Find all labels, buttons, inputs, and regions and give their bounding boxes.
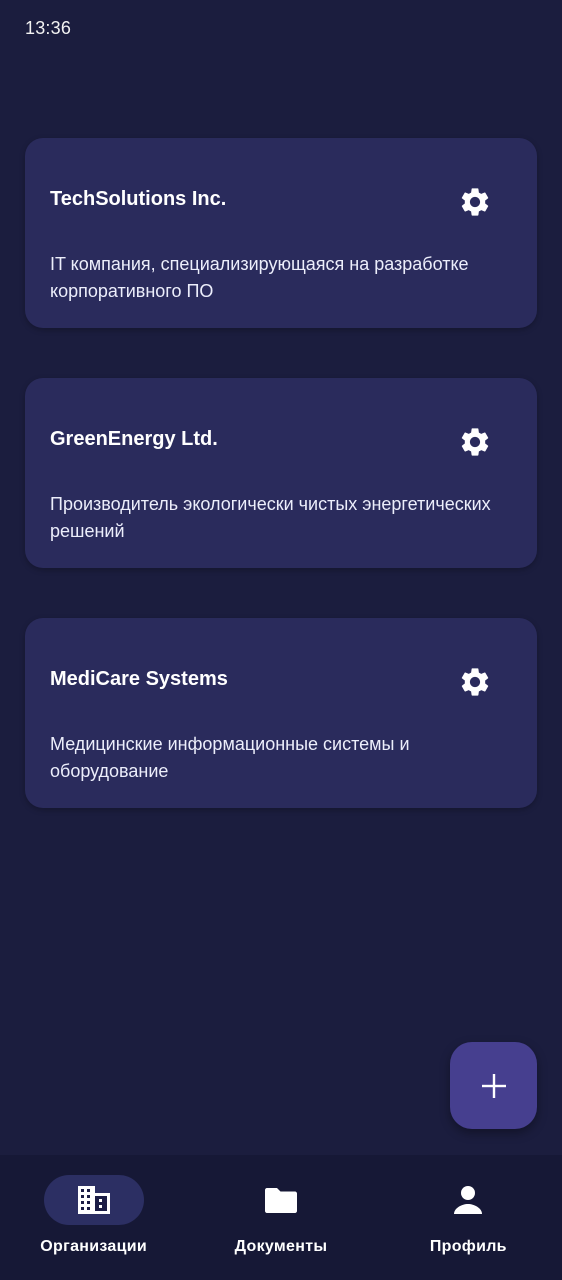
folder-icon: [264, 1188, 297, 1213]
add-organization-button[interactable]: [450, 1042, 537, 1129]
plus-icon: [481, 1073, 506, 1098]
gear-icon[interactable]: [455, 182, 495, 222]
nav-active-indicator: [43, 1175, 144, 1225]
nav-item-profile[interactable]: Профиль: [375, 1155, 562, 1280]
organization-card[interactable]: TechSolutions Inc. IT компания, специали…: [25, 138, 537, 328]
gear-icon[interactable]: [455, 662, 495, 702]
organization-name: GreenEnergy Ltd.: [50, 428, 218, 450]
organization-card[interactable]: GreenEnergy Ltd. Производитель экологиче…: [25, 378, 537, 568]
nav-item-organizations[interactable]: Организации: [0, 1155, 187, 1280]
gear-icon[interactable]: [455, 422, 495, 462]
organization-description: Производитель экологически чистых энерге…: [50, 494, 491, 541]
nav-icon-container: [418, 1175, 518, 1225]
organization-list: TechSolutions Inc. IT компания, специали…: [25, 138, 537, 858]
nav-label: Профиль: [429, 1238, 507, 1255]
nav-icon-container: [231, 1175, 331, 1225]
organizations-screen: 13:36 TechSolutions Inc. IT компания, сп…: [0, 0, 562, 1280]
organization-name: TechSolutions Inc.: [50, 188, 227, 210]
status-time: 13:36: [25, 18, 72, 38]
nav-label: Организации: [40, 1238, 148, 1255]
bottom-navigation: Организации Документы Профиль: [0, 1155, 562, 1280]
nav-label: Документы: [234, 1238, 328, 1255]
building-icon: [77, 1186, 110, 1214]
organization-card[interactable]: MediCare Systems Медицинские информацион…: [25, 618, 537, 808]
organization-name: MediCare Systems: [50, 668, 228, 690]
organization-description: IT компания, специализирующаяся на разра…: [50, 254, 469, 301]
organization-description: Медицинские информационные системы и обо…: [50, 734, 410, 781]
person-icon: [454, 1186, 483, 1214]
nav-item-documents[interactable]: Документы: [187, 1155, 374, 1280]
status-bar: 13:36: [0, 0, 562, 58]
